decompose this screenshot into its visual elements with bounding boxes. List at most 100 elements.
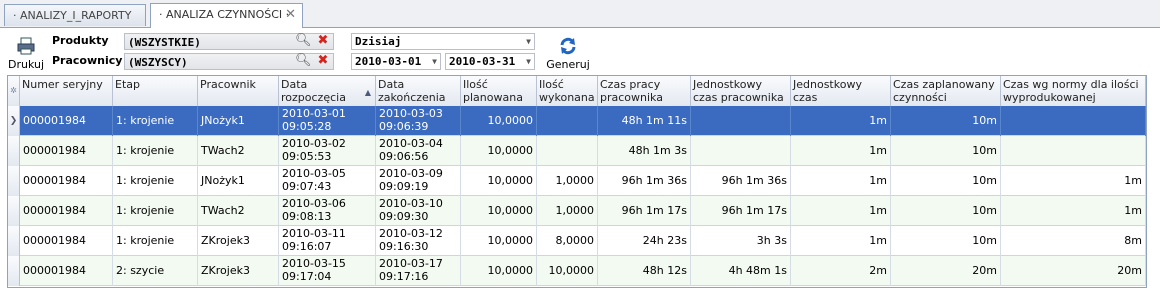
grid-corner[interactable]: ✲	[8, 76, 20, 106]
period-select[interactable]: Dzisiaj ▼	[351, 33, 535, 50]
table-cell[interactable]: 2010-03-06 09:08:13	[279, 196, 376, 226]
table-cell[interactable]: 1: krojenie	[113, 226, 198, 256]
table-cell[interactable]: 48h 1m 3s	[598, 136, 691, 166]
table-cell[interactable]: 20m	[1001, 256, 1146, 286]
print-button[interactable]: Drukuj	[8, 34, 44, 72]
table-cell[interactable]: 10,0000	[461, 106, 537, 136]
table-cell[interactable]: 96h 1m 36s	[598, 166, 691, 196]
table-cell[interactable]: ZKrojek3	[198, 226, 279, 256]
table-cell[interactable]: 8m	[1001, 226, 1146, 256]
table-cell[interactable]: 1m	[1001, 196, 1146, 226]
table-cell[interactable]: 2010-03-05 09:07:43	[279, 166, 376, 196]
table-cell[interactable]: 1: krojenie	[113, 136, 198, 166]
col-header[interactable]: Jednostkowy czas zaplanowany	[791, 76, 891, 106]
col-header-sorted[interactable]: Data rozpoczęcia ▲	[279, 76, 376, 106]
table-cell[interactable]: 10m	[891, 226, 1001, 256]
table-row[interactable]: 000001984 2: szycie ZKrojek3 2010-03-15 09:1…	[8, 256, 1146, 286]
table-cell[interactable]: 1: krojenie	[113, 196, 198, 226]
table-cell[interactable]: 1m	[791, 136, 891, 166]
tab-analizy-i-raporty[interactable]: · ANALIZY_I_RAPORTY ·	[4, 4, 146, 44]
row-indicator[interactable]	[8, 226, 20, 256]
close-icon[interactable]: ✕	[285, 4, 296, 26]
table-cell[interactable]: 1: krojenie	[113, 106, 198, 136]
table-cell[interactable]	[691, 136, 791, 166]
table-cell[interactable]: ZKrojek3	[198, 256, 279, 286]
table-cell[interactable]: TWach2	[198, 196, 279, 226]
table-row[interactable]: 000001984 1: krojenie TWach2 2010-03-02 09:0…	[8, 136, 1146, 166]
table-cell[interactable]: 10,0000	[461, 256, 537, 286]
col-header[interactable]: Czas pracy pracownika	[598, 76, 691, 106]
row-indicator[interactable]	[8, 256, 20, 286]
tab-analiza-czynnosci[interactable]: · ANALIZA CZYNNOŚCI · ✕	[150, 3, 303, 28]
row-indicator[interactable]	[8, 136, 20, 166]
date-from-field[interactable]: 2010-03-01 ▼	[351, 53, 441, 70]
generate-button[interactable]: Generuj	[546, 34, 590, 72]
table-cell[interactable]: 1m	[791, 166, 891, 196]
col-header[interactable]: Etap	[113, 76, 198, 106]
table-cell[interactable]: 2010-03-04 09:06:56	[376, 136, 461, 166]
table-cell[interactable]: 2010-03-15 09:17:04	[279, 256, 376, 286]
table-cell[interactable]	[1001, 136, 1146, 166]
col-header[interactable]: Czas wg normy dla ilości wyprodukowanej	[1001, 76, 1146, 106]
date-to-field[interactable]: 2010-03-31 ▼	[445, 53, 535, 70]
table-row[interactable]: 000001984 1: krojenie ZKrojek3 2010-03-11 09…	[8, 226, 1146, 256]
table-cell[interactable]: 10m	[891, 196, 1001, 226]
table-cell[interactable]: 2010-03-01 09:05:28	[279, 106, 376, 136]
table-cell[interactable]: 10m	[891, 136, 1001, 166]
table-cell[interactable]: 1m	[791, 226, 891, 256]
table-cell[interactable]	[537, 136, 598, 166]
table-cell[interactable]: 20m	[891, 256, 1001, 286]
table-cell[interactable]: 10m	[891, 166, 1001, 196]
table-cell[interactable]: 1,0000	[537, 196, 598, 226]
search-icon[interactable]: 🔍︎	[295, 34, 312, 48]
table-cell[interactable]: 2010-03-09 09:09:19	[376, 166, 461, 196]
clear-icon[interactable]: ✖	[316, 34, 330, 48]
table-cell[interactable]: 000001984	[20, 106, 113, 136]
table-cell[interactable]: 24h 23s	[598, 226, 691, 256]
table-cell[interactable]: 1m	[1001, 166, 1146, 196]
table-cell[interactable]: 2010-03-17 09:17:16	[376, 256, 461, 286]
table-cell[interactable]	[537, 106, 598, 136]
current-row-icon[interactable]: ❯	[8, 106, 20, 136]
table-cell[interactable]: 96h 1m 36s	[691, 166, 791, 196]
row-indicator[interactable]	[8, 166, 20, 196]
table-cell[interactable]: 2m	[791, 256, 891, 286]
table-cell[interactable]: 1m	[791, 196, 891, 226]
col-header[interactable]: Ilość planowana	[461, 76, 537, 106]
clear-icon[interactable]: ✖	[316, 54, 330, 68]
col-header[interactable]: Pracownik	[198, 76, 279, 106]
table-cell[interactable]: JNożyk1	[198, 106, 279, 136]
table-cell[interactable]: 10,0000	[537, 256, 598, 286]
table-cell[interactable]: 1m	[791, 106, 891, 136]
col-header[interactable]: Data zakończenia	[376, 76, 461, 106]
table-cell[interactable]: 1,0000	[537, 166, 598, 196]
table-cell[interactable]: 96h 1m 17s	[598, 196, 691, 226]
table-cell[interactable]: 10,0000	[461, 166, 537, 196]
table-cell[interactable]: 4h 48m 1s	[691, 256, 791, 286]
table-cell[interactable]	[691, 106, 791, 136]
table-cell[interactable]: 3h 3s	[691, 226, 791, 256]
table-cell[interactable]: 000001984	[20, 166, 113, 196]
table-cell[interactable]: 2010-03-02 09:05:53	[279, 136, 376, 166]
table-cell[interactable]: 2: szycie	[113, 256, 198, 286]
table-cell[interactable]: 96h 1m 17s	[691, 196, 791, 226]
table-cell[interactable]: 000001984	[20, 256, 113, 286]
col-header[interactable]: Czas zaplanowany czynności	[891, 76, 1001, 106]
col-header[interactable]: Jednostkowy czas pracownika	[691, 76, 791, 106]
table-cell[interactable]: 1: krojenie	[113, 166, 198, 196]
col-header[interactable]: Ilość wykonana	[537, 76, 598, 106]
table-cell[interactable]: 000001984	[20, 136, 113, 166]
table-cell[interactable]: 2010-03-10 09:09:30	[376, 196, 461, 226]
table-cell[interactable]: 2010-03-11 09:16:07	[279, 226, 376, 256]
table-cell[interactable]	[1001, 106, 1146, 136]
table-cell[interactable]: 8,0000	[537, 226, 598, 256]
table-cell[interactable]: JNożyk1	[198, 166, 279, 196]
table-cell[interactable]: 2010-03-12 09:16:30	[376, 226, 461, 256]
table-cell[interactable]: 000001984	[20, 196, 113, 226]
table-row[interactable]: ❯ 000001984 1: krojenie JNożyk1 2010-03-01 09…	[8, 106, 1146, 136]
table-cell[interactable]: 10,0000	[461, 196, 537, 226]
table-row[interactable]: 000001984 1: krojenie JNożyk1 2010-03-05 09:…	[8, 166, 1146, 196]
table-cell[interactable]: 2010-03-03 09:06:39	[376, 106, 461, 136]
table-cell[interactable]: 10m	[891, 106, 1001, 136]
table-cell[interactable]: 000001984	[20, 226, 113, 256]
